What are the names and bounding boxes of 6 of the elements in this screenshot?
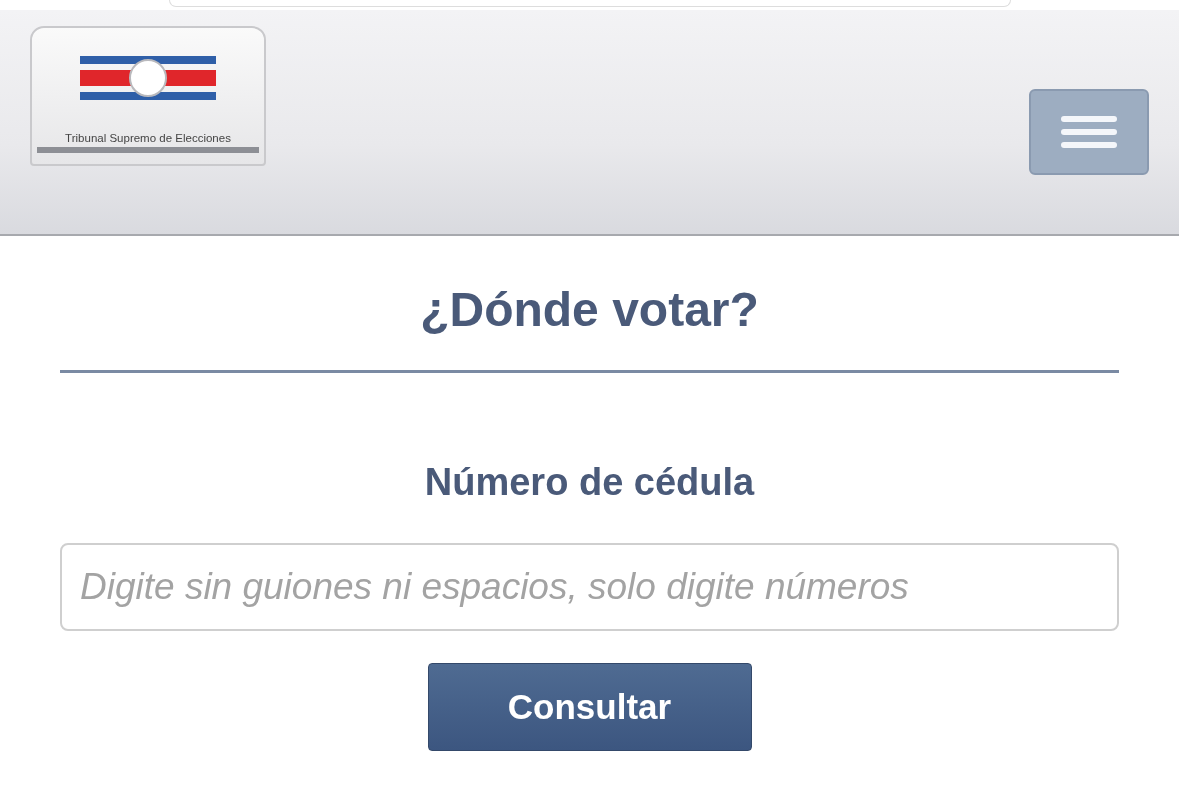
logo-caption: Tribunal Supremo de Elecciones bbox=[65, 132, 231, 144]
field-label: Número de cédula bbox=[424, 460, 755, 505]
id-number-field[interactable]: Digite sin guiones ni espacios, solo digite números bbox=[60, 543, 1119, 631]
menu-button[interactable] bbox=[1029, 89, 1149, 175]
page-title: ¿Dónde votar? bbox=[420, 282, 759, 338]
submit-button[interactable]: Consultar bbox=[427, 663, 752, 751]
